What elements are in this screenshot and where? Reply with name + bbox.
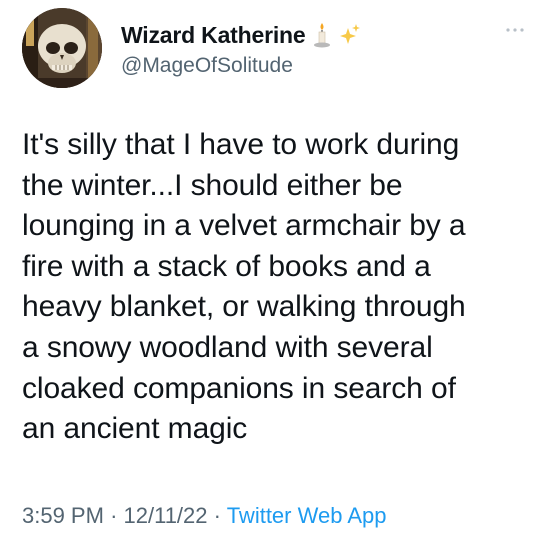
tweet-header: Wizard Katherine @MageOfSolitude: [22, 8, 528, 88]
skull-avatar-image: [22, 8, 102, 88]
display-name[interactable]: Wizard Katherine: [121, 22, 306, 49]
meta-separator: ·: [213, 503, 221, 528]
candle-icon: [311, 22, 333, 48]
tweet-meta: 3:59 PM · 12/11/22 · Twitter Web App: [22, 503, 386, 529]
tweet-text: It's silly that I have to work during th…: [22, 128, 466, 446]
author-handle[interactable]: @MageOfSolitude: [121, 54, 361, 78]
avatar[interactable]: [22, 8, 102, 88]
author-names: Wizard Katherine @MageOfSolitude: [121, 18, 361, 78]
more-options-icon[interactable]: [504, 22, 526, 32]
tweet-date[interactable]: 12/11/22: [124, 503, 208, 528]
meta-separator: ·: [110, 503, 118, 528]
sparkles-icon: [339, 22, 361, 48]
display-name-row: Wizard Katherine: [121, 18, 361, 52]
tweet-source[interactable]: Twitter Web App: [227, 503, 387, 528]
tweet-time[interactable]: 3:59 PM: [22, 503, 104, 528]
